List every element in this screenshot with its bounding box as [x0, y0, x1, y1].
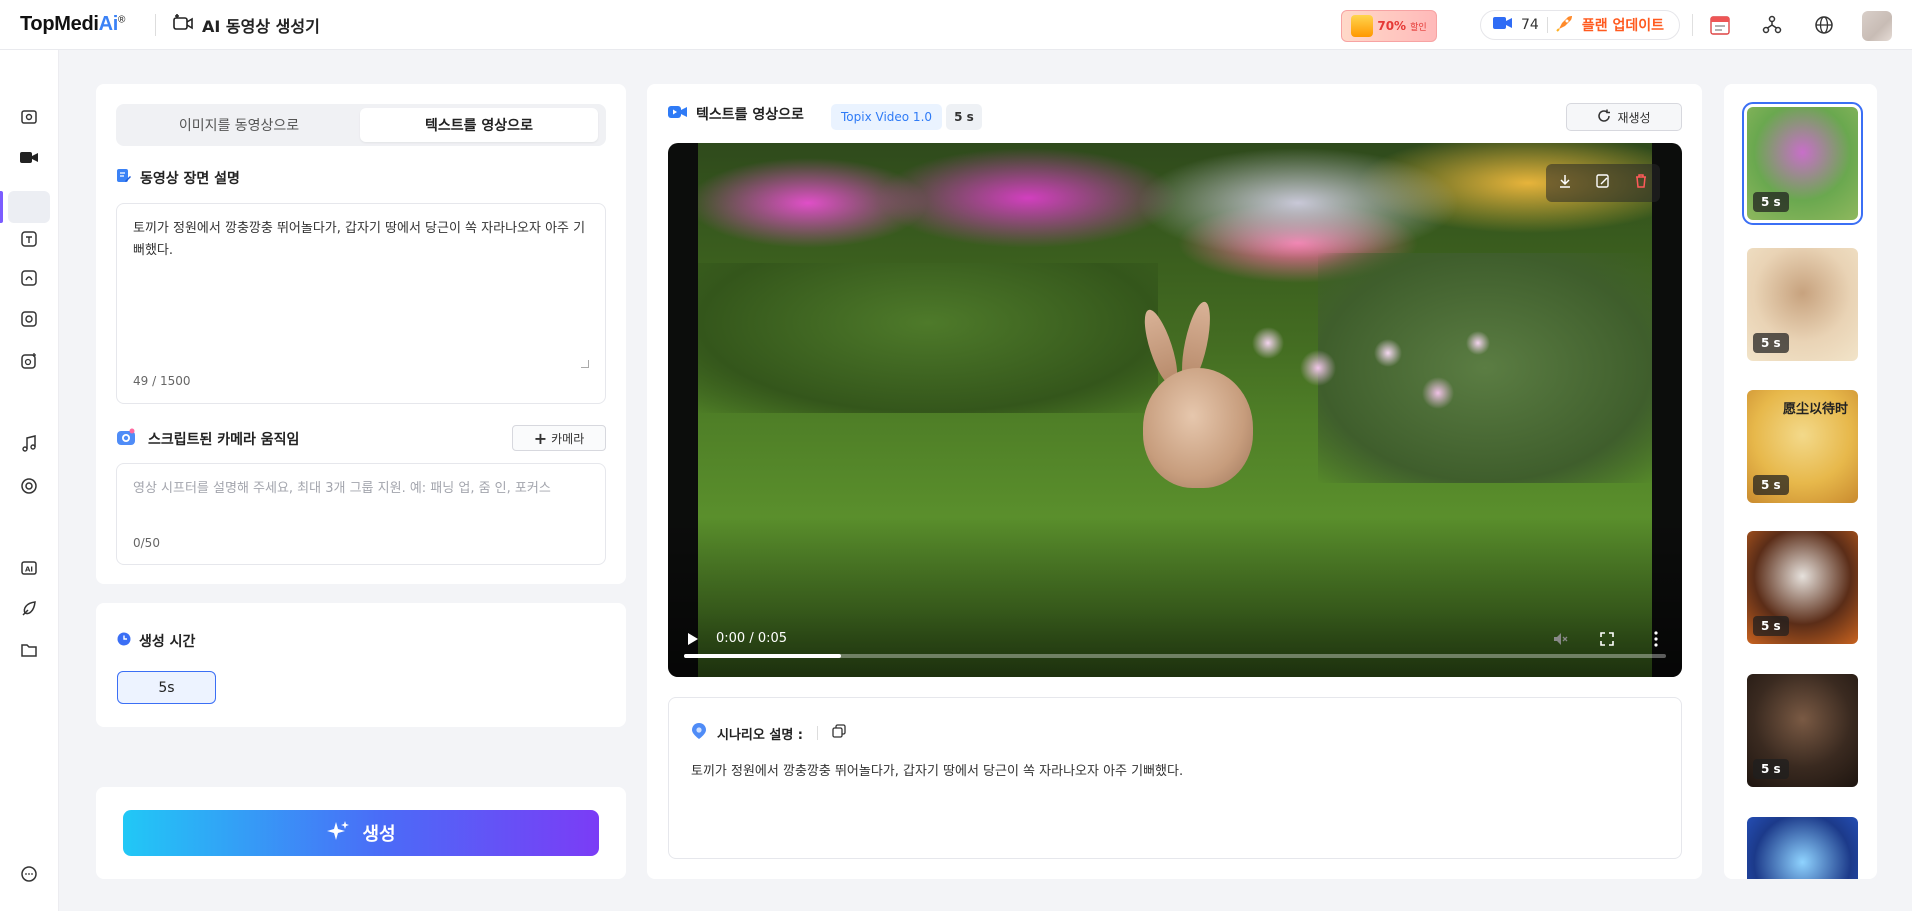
scene-description-field[interactable]: 토끼가 정원에서 깡충깡충 뛰어놀다가, 갑자기 땅에서 당근이 쏙 자라나오자…	[116, 203, 606, 404]
gift-icon	[1351, 15, 1374, 37]
feedback-icon[interactable]	[18, 863, 40, 885]
thumbnail-duration: 5 s	[1753, 333, 1789, 353]
thumbnail-duration: 5 s	[1753, 759, 1789, 779]
sparkle-icon	[326, 819, 350, 848]
divider	[1546, 17, 1548, 33]
share-network-icon[interactable]	[1759, 12, 1785, 38]
mode-tabs: 이미지를 동영상으로 텍스트를 영상으로	[116, 104, 606, 146]
active-nav-indicator	[0, 191, 3, 223]
upgrade-plan-link[interactable]: 플랜 업데이트	[1582, 15, 1664, 35]
rocket-icon	[1556, 14, 1574, 36]
tab-text-to-video[interactable]: 텍스트를 영상으로	[360, 108, 598, 142]
model-badge: Topix Video 1.0	[831, 104, 943, 130]
svg-text:AI: AI	[25, 566, 33, 574]
video-camera-plus-icon	[172, 13, 194, 37]
photo-edit-icon[interactable]	[18, 350, 40, 372]
globe-icon[interactable]	[1811, 12, 1837, 38]
history-thumbnail[interactable]: 5 s	[1747, 674, 1858, 787]
thumbnail-duration: 5 s	[1753, 475, 1789, 495]
refresh-icon	[1597, 109, 1611, 126]
divider	[155, 14, 156, 36]
scene-description-count: 49 / 1500	[133, 374, 191, 388]
camera-movement-title: 스크립트된 카메라 움직임	[116, 428, 299, 450]
generation-time-card	[96, 603, 626, 727]
copy-icon[interactable]	[832, 724, 846, 742]
location-pin-icon	[691, 722, 707, 744]
video-player[interactable]	[668, 143, 1682, 677]
camera-movement-count: 0/50	[133, 536, 160, 550]
video-controls: 0:00 / 0:05	[668, 611, 1682, 677]
resize-handle[interactable]	[581, 360, 589, 368]
active-nav-highlight	[8, 191, 50, 223]
video-icon	[668, 104, 688, 124]
download-icon[interactable]	[1557, 173, 1573, 193]
music-icon[interactable]	[18, 433, 40, 455]
image-to-video-icon[interactable]	[18, 106, 40, 128]
credits-upgrade-pill[interactable]: 74 플랜 업데이트	[1480, 10, 1680, 40]
face-swap-icon[interactable]	[18, 308, 40, 330]
history-thumbnail[interactable]: 5 s	[1742, 102, 1863, 225]
scene-description-title: 동영상 장면 설명	[116, 168, 240, 188]
clock-icon	[117, 632, 131, 650]
more-options-icon[interactable]	[1654, 631, 1658, 651]
generation-time-title: 생성 시간	[117, 631, 195, 651]
plus-icon: +	[533, 428, 548, 448]
folder-icon[interactable]	[18, 639, 40, 661]
camera-movement-placeholder[interactable]: 영상 시프터를 설명해 주세요, 최대 3개 그룹 지원. 예: 패닝 업, 줌…	[133, 478, 589, 500]
video-progress-fill	[684, 654, 842, 658]
thumbnail-overlay-text: 愿尘以待时	[1783, 402, 1849, 417]
divider	[1692, 14, 1693, 36]
history-thumbnail[interactable]: 愿尘以待时 5 s	[1747, 390, 1858, 503]
edit-icon[interactable]	[1595, 173, 1611, 193]
divider	[817, 726, 819, 740]
subtitle-icon[interactable]	[18, 267, 40, 289]
video-credit-icon	[1493, 16, 1513, 34]
app-logo[interactable]: TopMediAi®	[20, 13, 125, 36]
add-camera-button[interactable]: + 카메라	[512, 425, 606, 451]
edit-note-icon	[116, 168, 132, 188]
plane-icon[interactable]	[18, 598, 40, 620]
discount-promo-button[interactable]: 70% 할인	[1341, 10, 1437, 42]
scenario-header: 시나리오 설명 :	[691, 722, 846, 744]
app-title: AI 동영상 생성기	[172, 13, 320, 37]
video-translate-icon[interactable]	[18, 228, 40, 250]
result-title: 텍스트를 영상으로	[668, 104, 804, 124]
volume-icon[interactable]	[1552, 631, 1568, 651]
top-bar: TopMediAi® AI 동영상 생성기 70% 할인 74 플랜 업데이트	[0, 0, 1912, 50]
history-thumbnail[interactable]: 5 s	[1747, 248, 1858, 361]
play-icon[interactable]	[684, 631, 700, 651]
camera-icon	[116, 428, 136, 450]
generate-button[interactable]: 생성	[123, 810, 599, 856]
duration-badge: 5 s	[946, 104, 982, 130]
calendar-icon[interactable]	[1707, 12, 1733, 38]
duration-option-5s[interactable]: 5s	[117, 671, 216, 704]
regenerate-button[interactable]: 재생성	[1566, 103, 1682, 131]
credit-count: 74	[1521, 17, 1539, 33]
tab-image-to-video[interactable]: 이미지를 동영상으로	[120, 108, 358, 142]
delete-icon[interactable]	[1633, 173, 1649, 193]
scene-description-text[interactable]: 토끼가 정원에서 깡충깡충 뛰어놀다가, 갑자기 땅에서 당근이 쏙 자라나오자…	[133, 218, 589, 262]
history-thumbnail[interactable]: 5 s	[1747, 817, 1858, 879]
history-thumbnail[interactable]: 5 s	[1747, 531, 1858, 644]
thumbnail-duration: 5 s	[1753, 192, 1789, 212]
scenario-panel: 시나리오 설명 : 토끼가 정원에서 깡충깡충 뛰어놀다가, 갑자기 땅에서 당…	[668, 697, 1682, 859]
ai-chat-icon[interactable]: AI	[18, 557, 40, 579]
history-panel: 5 s 5 s 愿尘以待时 5 s 5 s 5 s 5 s	[1724, 84, 1877, 879]
camera-movement-field[interactable]: 영상 시프터를 설명해 주세요, 최대 3개 그룹 지원. 예: 패닝 업, 줌…	[116, 463, 606, 565]
user-avatar[interactable]	[1862, 11, 1892, 41]
video-progress-bar[interactable]	[684, 654, 1666, 658]
voice-icon[interactable]	[18, 475, 40, 497]
thumbnail-duration: 5 s	[1753, 616, 1789, 636]
scenario-text: 토끼가 정원에서 깡충깡충 뛰어놀다가, 갑자기 땅에서 당근이 쏙 자라나오자…	[691, 764, 1184, 779]
left-navigation: AI	[0, 50, 59, 911]
text-to-video-icon[interactable]	[18, 146, 40, 168]
fullscreen-icon[interactable]	[1600, 631, 1614, 650]
playback-time: 0:00 / 0:05	[716, 631, 788, 646]
video-actions-toolbar	[1546, 164, 1660, 202]
